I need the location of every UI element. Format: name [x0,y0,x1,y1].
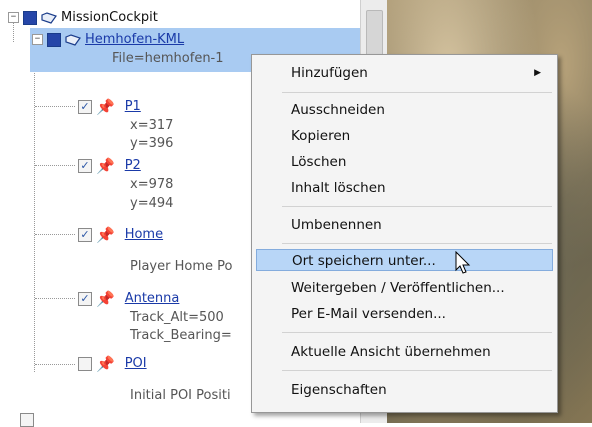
tree-node-poi[interactable]: 📌 POI [78,356,147,371]
pushpin-icon: 📌 [96,156,115,175]
menu-item-save-place-as[interactable]: Ort speichern unter... [256,249,553,271]
menu-separator [282,332,552,333]
menu-separator [282,370,552,371]
menu-item-rename[interactable]: Umbenennen [256,214,553,236]
tree-node-label: MissionCockpit [61,10,158,25]
menu-item-add[interactable]: Hinzufügen ▶ [256,62,553,84]
tree-connector-line [35,364,75,365]
tree-node-home[interactable]: ✓ 📌 Home [78,227,163,242]
visibility-checkbox[interactable]: ✓ [78,227,92,242]
tree-node-link[interactable]: POI [125,356,147,371]
folder-checkbox[interactable] [23,10,37,25]
layer-checkbox[interactable] [47,32,61,47]
tree-connector-line [13,22,14,42]
tree-node-antenna[interactable]: ✓ 📌 Antenna [78,291,179,306]
mouse-cursor-icon [455,251,471,274]
visibility-checkbox[interactable] [78,356,92,371]
pushpin-icon: 📌 [96,97,115,116]
tree-node-link[interactable]: Antenna [125,291,180,306]
partial-checkbox[interactable] [20,413,34,427]
tree-node-p1[interactable]: ✓ 📌 P1 [78,99,141,114]
menu-item-properties[interactable]: Eigenschaften [256,379,553,401]
visibility-checkbox[interactable]: ✓ [78,158,92,173]
placemark-alt: Track_Alt=500 [130,310,224,325]
menu-item-share[interactable]: Weitergeben / Veröffentlichen... [256,277,553,299]
tree-node-link[interactable]: Home [125,227,163,242]
menu-item-label: Hinzufügen [291,65,368,81]
tree-node-link[interactable]: P2 [125,158,141,173]
tree-node-link[interactable]: P1 [125,99,141,114]
tree-connector-line [34,52,35,372]
menu-item-copy[interactable]: Kopieren [256,125,553,147]
menu-separator [282,206,552,207]
menu-item-apply-current-view[interactable]: Aktuelle Ansicht übernehmen [256,341,553,363]
placemark-description: Initial POI Positi [130,388,231,403]
visibility-checkbox[interactable]: ✓ [78,291,92,306]
visibility-checkbox[interactable]: ✓ [78,99,92,114]
tree-connector-line [35,165,75,166]
placemark-bearing: Track_Bearing= [130,328,232,343]
tree-node-p2[interactable]: ✓ 📌 P2 [78,158,141,173]
tree-connector-line [35,106,75,107]
menu-item-delete[interactable]: Löschen [256,151,553,173]
kml-layer-icon [41,11,57,24]
collapse-icon[interactable]: − [8,12,19,23]
placemark-y: y=396 [130,136,174,151]
menu-item-cut[interactable]: Ausschneiden [256,99,553,121]
menu-item-email[interactable]: Per E-Mail versenden... [256,303,553,325]
pushpin-icon: 📌 [96,225,115,244]
tree-node-link[interactable]: Hemhofen-KML [85,32,184,47]
tree-connector-line [35,234,75,235]
pushpin-icon: 📌 [96,289,115,308]
placemark-x: x=978 [130,177,174,192]
tree-node-hemhofen-kml[interactable]: − Hemhofen-KML [32,32,184,47]
menu-item-clear-content[interactable]: Inhalt löschen [256,177,553,199]
kml-file-info: File=hemhofen-1 [112,51,224,66]
placemark-x: x=317 [130,118,174,133]
placemark-description: Player Home Po [130,259,233,274]
pushpin-icon: 📌 [96,354,115,373]
menu-separator [282,243,552,244]
submenu-arrow-icon: ▶ [534,68,541,78]
menu-separator [282,92,552,93]
placemark-y: y=494 [130,196,174,211]
tree-connector-line [35,298,75,299]
context-menu: Hinzufügen ▶ Ausschneiden Kopieren Lösch… [251,54,558,413]
tree-node-missioncockpit[interactable]: − MissionCockpit [8,10,158,25]
collapse-icon[interactable]: − [32,34,43,45]
kml-layer-icon [65,33,81,46]
